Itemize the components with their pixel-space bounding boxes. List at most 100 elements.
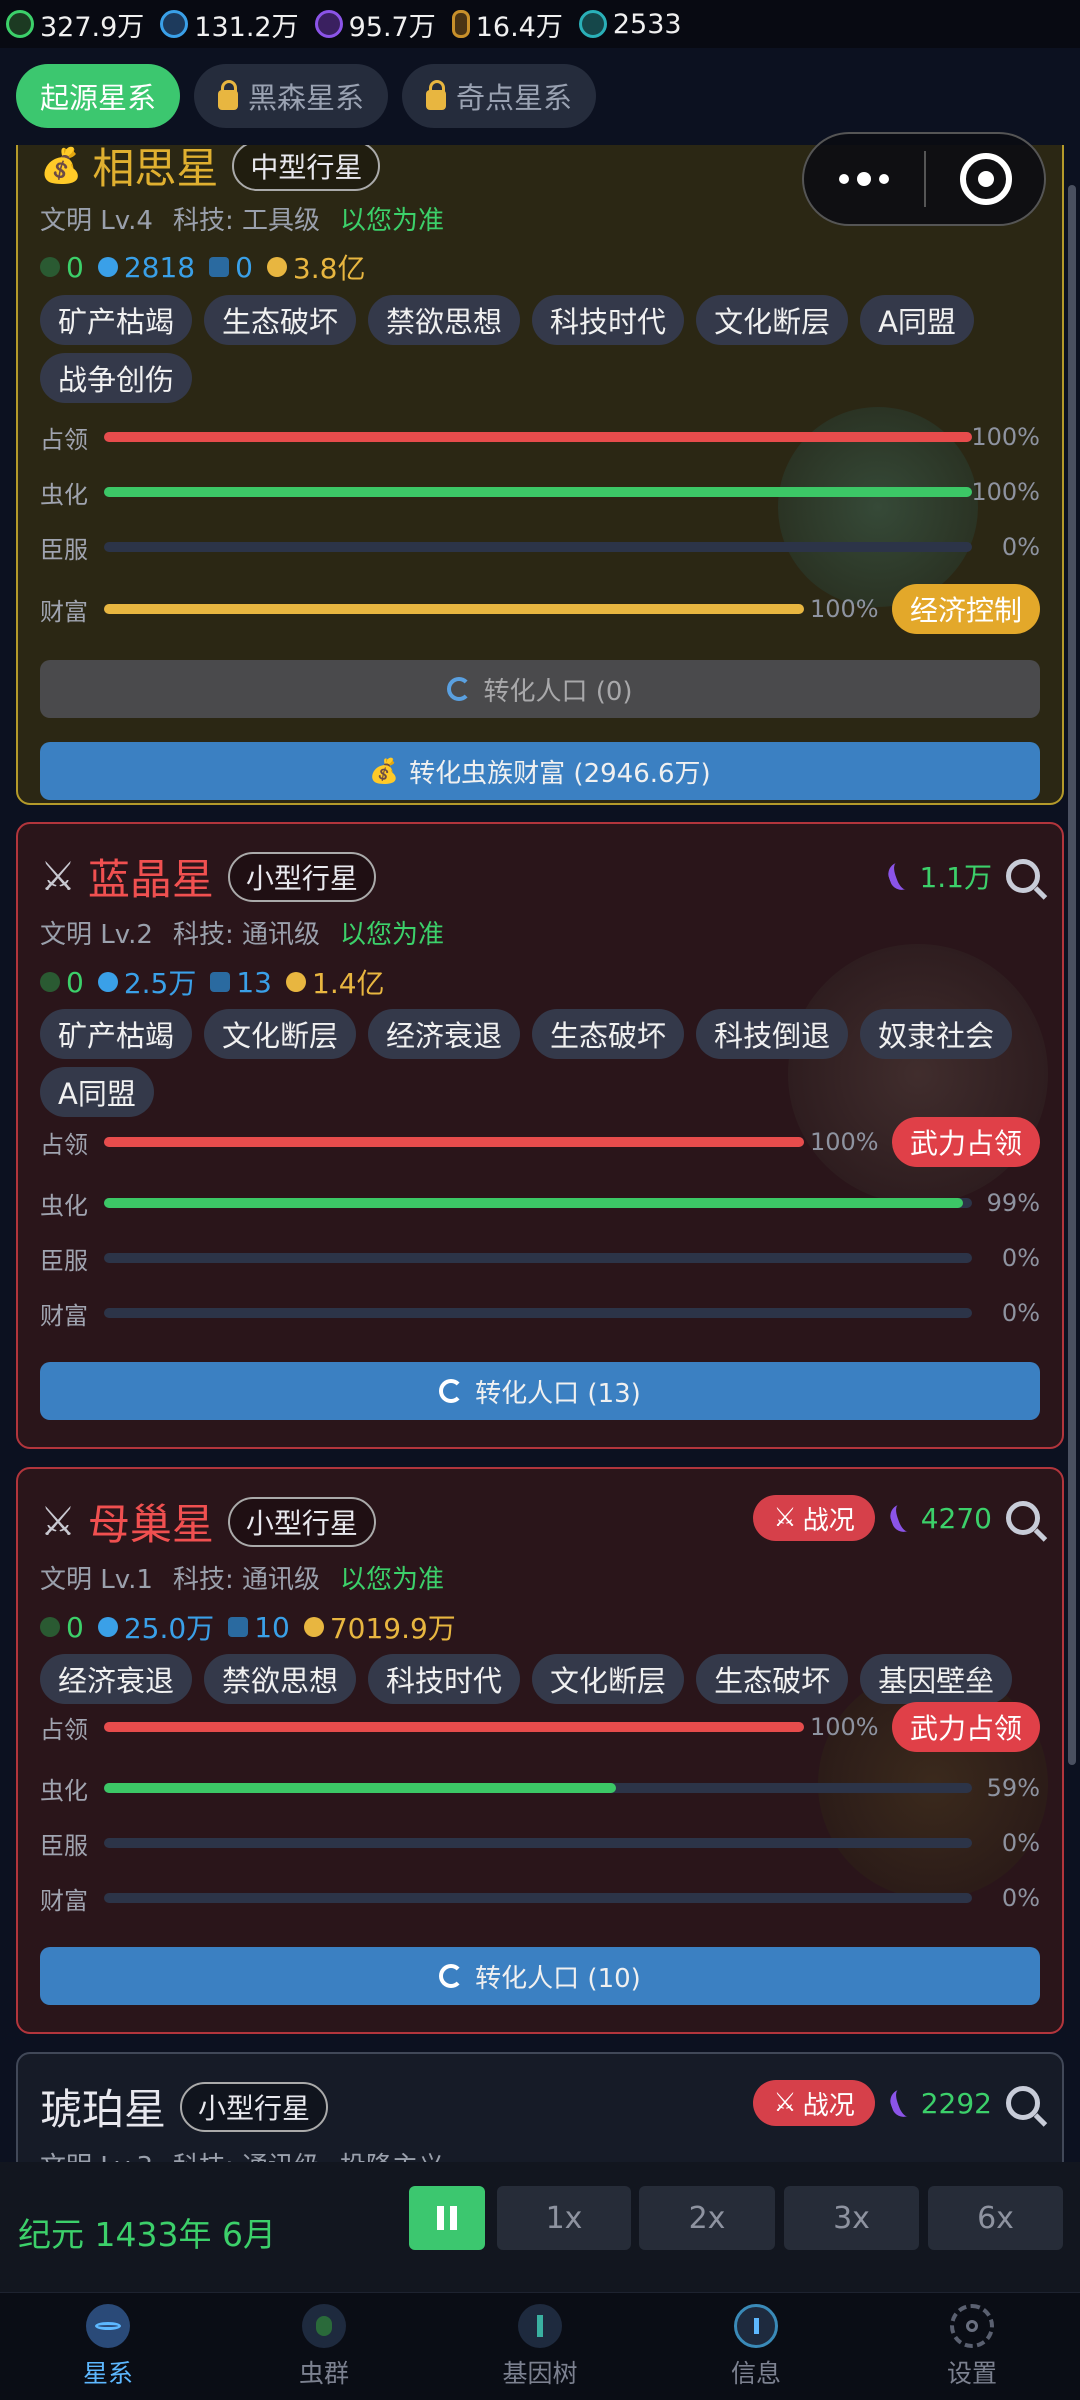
gold-icon	[303, 1617, 324, 1637]
resource-bar: 327.9万 131.2万 95.7万 16.4万 2533	[0, 0, 1080, 48]
planet-info: 文明 Lv.3科技: 通讯级投降主义	[40, 2146, 444, 2162]
gold-icon	[266, 257, 287, 277]
convert-population-button[interactable]: 转化人口 (0)	[40, 660, 1040, 718]
worm-icon	[886, 1500, 919, 1536]
infect-fill	[104, 1198, 964, 1208]
search-icon[interactable]	[1006, 2086, 1040, 2120]
trait-tag[interactable]: 文化断层	[532, 1654, 685, 1704]
trait-tags: 矿产枯竭 生态破坏 禁欲思想 科技时代 文化断层 A同盟 战争创伤	[40, 295, 1040, 411]
refresh-icon	[439, 1379, 464, 1403]
tab-origin-galaxy[interactable]: 起源星系	[16, 64, 181, 128]
trait-tag[interactable]: A同盟	[860, 295, 974, 345]
tab-blackforest-galaxy[interactable]: 黑森星系	[194, 64, 389, 128]
gem-icon	[160, 10, 189, 38]
military-occupation-badge[interactable]: 武力占领	[891, 1117, 1040, 1167]
trait-tag[interactable]: A同盟	[40, 1067, 154, 1117]
scrollbar[interactable]	[1068, 185, 1076, 1765]
convert-population-button[interactable]: 转化人口 (13)	[40, 1362, 1040, 1420]
infect-fill	[104, 1783, 617, 1793]
gem-icon	[97, 257, 118, 277]
nav-settings[interactable]: 设置	[864, 2293, 1080, 2400]
pause-button[interactable]	[409, 2186, 485, 2250]
planet-title: 琥珀星 小型行星	[40, 2076, 329, 2137]
trait-tags: 矿产枯竭 文化断层 经济衰退 生态破坏 科技倒退 奴隶社会 A同盟	[40, 1009, 1040, 1125]
trait-tag[interactable]: 生态破坏	[696, 1654, 849, 1704]
planet-card: ⚔ 母巢星 小型行星 ⚔ 战况 4270 文明 Lv.1 科技: 通讯级 以您为准 0…	[16, 1467, 1064, 2034]
gem-icon	[97, 1617, 118, 1637]
military-occupation-badge[interactable]: 武力占领	[891, 1702, 1040, 1752]
search-icon[interactable]	[1006, 1501, 1040, 1535]
nav-info[interactable]: 信息	[648, 2293, 864, 2400]
trait-tag[interactable]: 科技倒退	[696, 1009, 849, 1059]
speed-3x-button[interactable]: 3x	[784, 2186, 919, 2250]
planet-actions: ⚔ 战况 4270	[753, 1495, 1040, 1541]
wealth-bar: 财富 100% 经济控制	[40, 584, 1040, 634]
submit-bar: 臣服 0%	[40, 1244, 1040, 1275]
trait-tag[interactable]: 生态破坏	[532, 1009, 685, 1059]
trait-tag[interactable]: 经济衰退	[40, 1654, 193, 1704]
occupy-fill	[104, 1722, 804, 1732]
economic-control-badge[interactable]: 经济控制	[891, 584, 1040, 634]
gold-icon	[286, 972, 306, 992]
trait-tag[interactable]: 禁欲思想	[204, 1654, 357, 1704]
nav-swarm[interactable]: 虫群	[216, 2293, 432, 2400]
trait-tag[interactable]: 经济衰退	[368, 1009, 521, 1059]
trait-tag[interactable]: 科技时代	[532, 295, 685, 345]
speed-2x-button[interactable]: 2x	[639, 2186, 775, 2250]
wealth-bar: 财富 0%	[40, 1884, 1040, 1915]
planet-stats: 0 2.5万 13 1.4亿	[40, 962, 399, 1002]
trait-tag[interactable]: 奴隶社会	[860, 1009, 1013, 1059]
occupy-fill	[104, 432, 972, 442]
planet-size-tag: 小型行星	[180, 2081, 329, 2132]
battle-status-button[interactable]: ⚔ 战况	[753, 2080, 875, 2126]
nav-galaxy[interactable]: 星系	[0, 2293, 216, 2400]
miniprogram-capsule	[802, 132, 1046, 226]
trait-tag[interactable]: 文化断层	[696, 295, 849, 345]
planet-list[interactable]: 💰 相思星 中型行星 文明 Lv.4 科技: 工具级 以您为准 0 2818 0 3…	[0, 145, 1080, 2162]
trait-tag[interactable]: 基因壁垒	[860, 1654, 1013, 1704]
trait-tag[interactable]: 战争创伤	[40, 353, 193, 403]
planet-stats: 0 25.0万 10 7019.9万	[40, 1607, 470, 1647]
trait-tags: 经济衰退 禁欲思想 科技时代 文化断层 生态破坏 基因壁垒	[40, 1654, 1040, 1712]
worm-count: 4270	[886, 1500, 992, 1536]
moneybag-icon: 💰	[40, 145, 83, 186]
game-date: 纪元 1433年 6月	[18, 2215, 276, 2254]
planet-card: 💰 相思星 中型行星 文明 Lv.4 科技: 工具级 以您为准 0 2818 0 3…	[16, 145, 1064, 805]
trait-tag[interactable]: 矿产枯竭	[40, 295, 193, 345]
trait-tag[interactable]: 禁欲思想	[368, 295, 521, 345]
planet-card: ⚔ 蓝晶星 小型行星 1.1万 文明 Lv.2 科技: 通讯级 以您为准 0 2.5…	[16, 822, 1064, 1449]
info-icon	[734, 2303, 778, 2348]
planet-actions: ⚔ 战况 2292	[753, 2080, 1040, 2126]
dna-icon	[6, 10, 34, 38]
population-icon	[209, 257, 230, 277]
trait-tag[interactable]: 矿产枯竭	[40, 1009, 193, 1059]
occupy-bar: 占领 100% 武力占领	[40, 1702, 1040, 1752]
worm-count: 1.1万	[885, 856, 992, 896]
convert-population-button[interactable]: 转化人口 (10)	[40, 1947, 1040, 2005]
swords-icon: ⚔	[773, 2088, 797, 2118]
swords-icon: ⚔	[773, 1503, 797, 1533]
lock-icon	[218, 80, 239, 110]
convert-wealth-button[interactable]: 💰 转化虫族财富 (2946.6万)	[40, 742, 1040, 800]
galaxy-icon	[86, 2303, 130, 2348]
planet-title: ⚔ 母巢星 小型行星	[40, 1491, 376, 1552]
nav-gene-tree[interactable]: 基因树	[432, 2293, 648, 2400]
dna-icon	[40, 972, 60, 992]
planet-info: 文明 Lv.4 科技: 工具级 以您为准	[40, 206, 444, 236]
search-icon[interactable]	[1006, 859, 1040, 893]
planet-title: ⚔ 蓝晶星 小型行星	[40, 846, 376, 907]
trait-tag[interactable]: 文化断层	[204, 1009, 357, 1059]
close-miniprogram-icon[interactable]	[960, 153, 1012, 205]
moneybag-icon: 💰	[369, 757, 400, 785]
speed-1x-button[interactable]: 1x	[497, 2186, 631, 2250]
time-control-bar: 纪元 1433年 6月 1x 2x 3x 6x	[0, 2162, 1080, 2292]
bio-icon	[451, 10, 470, 38]
battle-status-button[interactable]: ⚔ 战况	[753, 1495, 875, 1541]
trait-tag[interactable]: 生态破坏	[204, 295, 357, 345]
refresh-icon	[439, 1964, 464, 1988]
tab-singularity-galaxy[interactable]: 奇点星系	[402, 64, 597, 128]
more-menu-icon[interactable]	[804, 172, 924, 186]
trait-tag[interactable]: 科技时代	[368, 1654, 521, 1704]
gem-icon	[97, 972, 118, 992]
speed-6x-button[interactable]: 6x	[928, 2186, 1063, 2250]
